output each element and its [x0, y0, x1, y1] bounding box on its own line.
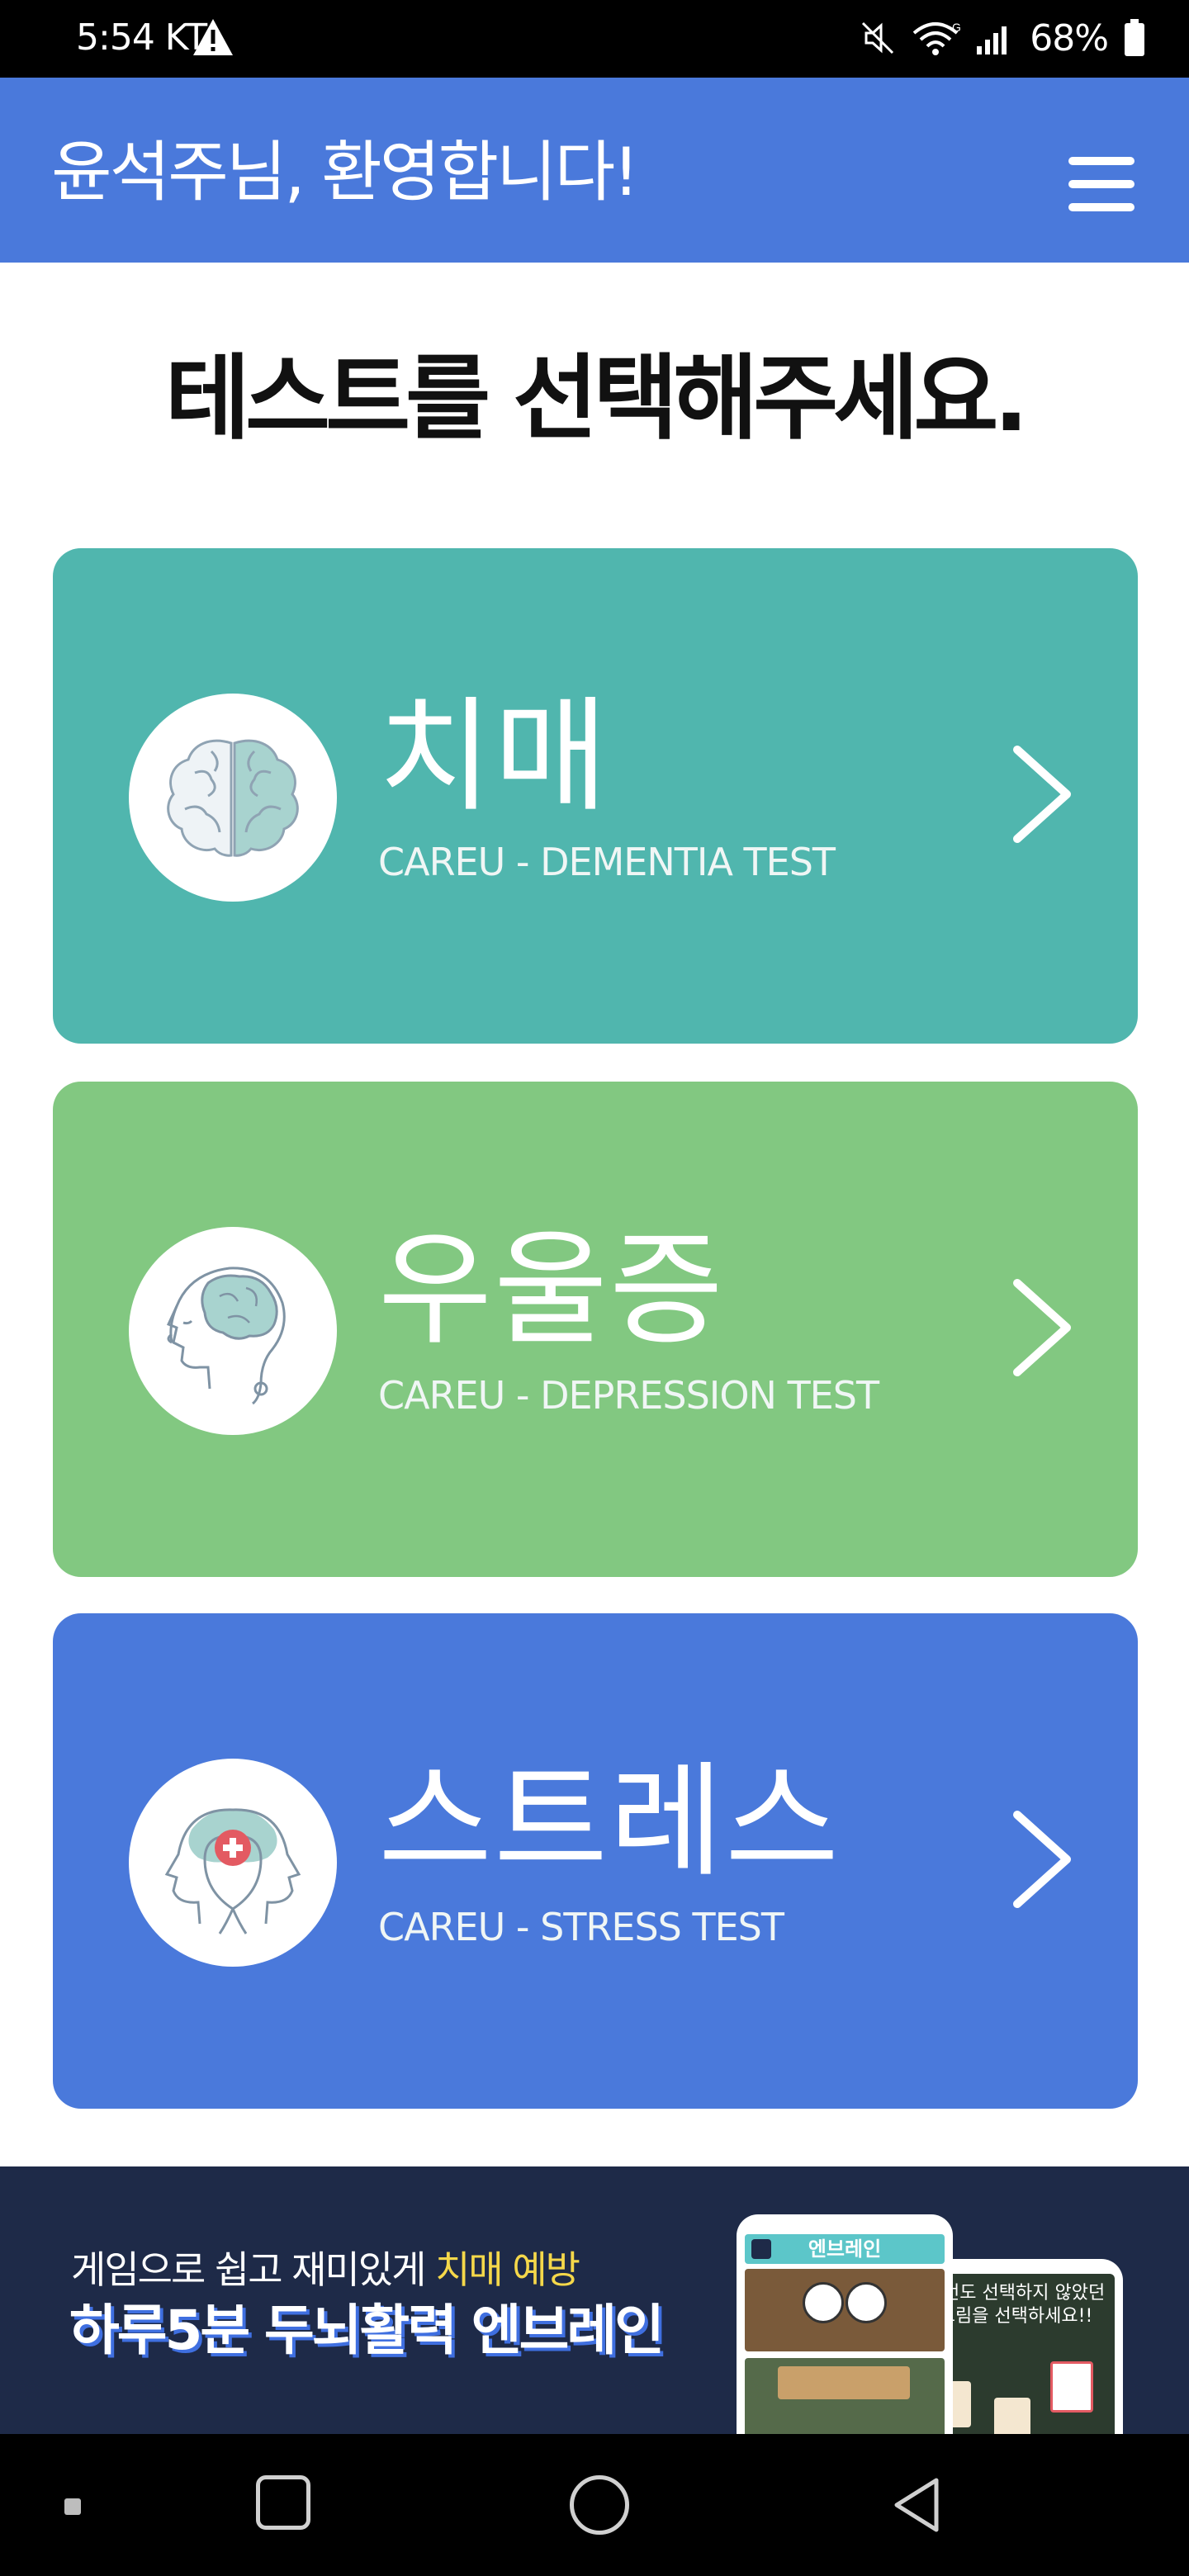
menu-icon-bar [1068, 180, 1135, 188]
brain-icon [129, 694, 337, 902]
chevron-right-icon [1013, 746, 1071, 843]
status-time: 5:54 KT [76, 17, 207, 59]
chevron-right-icon [1013, 1279, 1071, 1376]
chevron-right-icon [1013, 1811, 1071, 1908]
promo-banner[interactable]: 게임으로 쉽고 재미있게 치매 예방 하루5분 두뇌활력 엔브레인 한번도 선택… [0, 2166, 1189, 2434]
status-bar: 5:54 KT G 68% [0, 0, 1189, 78]
promo-highlight: 치매 예방 [435, 2247, 580, 2292]
game-tile [778, 2366, 910, 2399]
dementia-test-card[interactable]: 치매 CAREU - DEMENTIA TEST [53, 548, 1138, 1044]
wifi-icon: G [912, 21, 960, 55]
warning-icon [193, 19, 233, 55]
mute-icon [862, 21, 894, 54]
depression-test-card[interactable]: 우울증 CAREU - DEPRESSION TEST [53, 1082, 1138, 1577]
network-type: G [952, 21, 960, 34]
phone-mockup-image: 엔브레인 [737, 2214, 953, 2434]
promo-subtitle-text: 게임으로 쉽고 재미있게 [71, 2247, 436, 2292]
card-tile [994, 2398, 1030, 2434]
app-header: 윤석주님, 환영합니다! [0, 78, 1189, 263]
card-title: 스트레스 [378, 1750, 841, 1894]
card-title: 치매 [378, 685, 610, 829]
promo-subtitle: 게임으로 쉽고 재미있게 치매 예방 [71, 2246, 580, 2294]
welcome-title: 윤석주님, 환영합니다! [51, 134, 639, 211]
card-tile [1050, 2361, 1093, 2413]
status-icons: G 68% [860, 12, 1146, 64]
recents-button[interactable] [256, 2475, 310, 2530]
menu-icon-bar [1068, 203, 1135, 211]
card-subtitle: CAREU - DEPRESSION TEST [378, 1373, 879, 1418]
dot-icon [64, 2498, 81, 2515]
home-button[interactable] [570, 2475, 629, 2535]
navigation-bar [0, 2434, 1189, 2576]
promo-title: 하루5분 두뇌활력 엔브레인 [69, 2299, 665, 2362]
battery-icon [1125, 19, 1144, 56]
card-title: 우울증 [378, 1219, 726, 1362]
phone-game-panel [745, 2358, 945, 2434]
phone-game-panel [745, 2269, 945, 2351]
head-brain-icon [129, 1227, 337, 1435]
menu-icon [1068, 157, 1135, 165]
level-badge [846, 2282, 887, 2323]
stress-heads-icon [129, 1759, 337, 1967]
signal-icon [977, 26, 1007, 54]
back-button[interactable] [885, 2472, 951, 2538]
page-title: 테스트를 선택해주세요. [165, 345, 1029, 452]
phone-app-title: 엔브레인 [808, 2237, 882, 2261]
stress-test-card[interactable]: 스트레스 CAREU - STRESS TEST [53, 1613, 1138, 2109]
phone-app-header: 엔브레인 [745, 2234, 945, 2264]
menu-button[interactable] [1065, 157, 1139, 215]
card-subtitle: CAREU - STRESS TEST [378, 1905, 784, 1949]
battery-percent: 68% [1030, 17, 1109, 59]
card-subtitle: CAREU - DEMENTIA TEST [378, 840, 836, 884]
level-badge [803, 2282, 844, 2323]
